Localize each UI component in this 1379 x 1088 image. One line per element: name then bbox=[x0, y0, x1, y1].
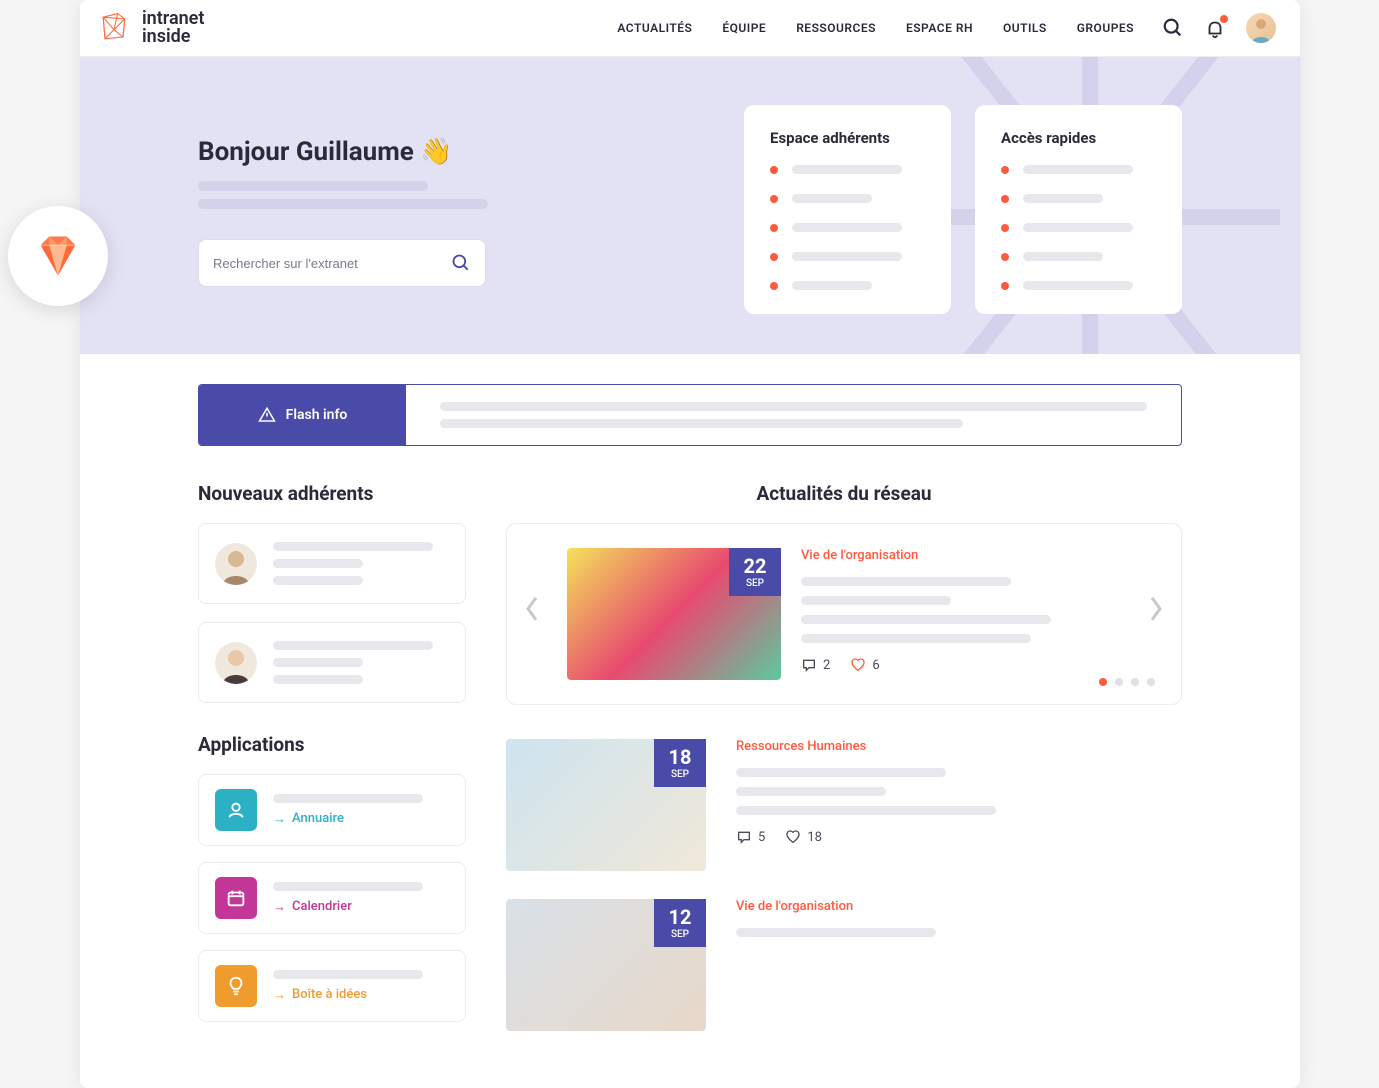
list-item[interactable] bbox=[1001, 223, 1156, 232]
member-avatar bbox=[215, 543, 257, 585]
directory-icon bbox=[215, 789, 257, 831]
greeting-subline bbox=[198, 181, 428, 191]
apps-title: Applications bbox=[198, 733, 466, 756]
card-acces-rapides: Accès rapides bbox=[975, 105, 1182, 314]
hero-section: Bonjour Guillaume 👋 Espace adhérents Acc… bbox=[80, 57, 1300, 354]
notifications-icon[interactable] bbox=[1204, 17, 1226, 39]
news-image: 12 SEP bbox=[506, 899, 706, 1031]
floating-gem-badge bbox=[8, 206, 108, 306]
bulb-icon bbox=[215, 965, 257, 1007]
news-image: 22 SEP bbox=[567, 548, 781, 680]
search-input[interactable] bbox=[213, 256, 451, 271]
search-icon bbox=[451, 253, 471, 273]
flash-info-label: Flash info bbox=[199, 385, 406, 445]
news-category[interactable]: Ressources Humaines bbox=[736, 739, 1182, 754]
carousel-dots bbox=[1099, 678, 1155, 686]
brand-name: intranet inside bbox=[142, 10, 204, 46]
comments-count[interactable]: 5 bbox=[736, 829, 765, 845]
list-item[interactable] bbox=[770, 281, 925, 290]
list-item[interactable] bbox=[770, 223, 925, 232]
list-item[interactable] bbox=[1001, 165, 1156, 174]
news-item-featured[interactable]: 22 SEP Vie de l'organisation 2 6 bbox=[567, 548, 1121, 680]
app-link[interactable]: →Boîte à idées bbox=[273, 987, 449, 1003]
dot[interactable] bbox=[1131, 678, 1139, 686]
nav-groupes[interactable]: GROUPES bbox=[1077, 21, 1134, 35]
nav-actualites[interactable]: ACTUALITÉS bbox=[617, 21, 692, 35]
card-title: Accès rapides bbox=[1001, 129, 1156, 147]
app-link[interactable]: →Annuaire bbox=[273, 811, 449, 827]
member-card[interactable] bbox=[198, 622, 466, 703]
flash-info-content[interactable] bbox=[406, 385, 1181, 445]
flash-info-banner: Flash info bbox=[198, 384, 1182, 446]
news-category[interactable]: Vie de l'organisation bbox=[736, 899, 1182, 914]
news-date-badge: 12 SEP bbox=[654, 899, 706, 947]
app-boite-idees[interactable]: →Boîte à idées bbox=[198, 950, 466, 1022]
dot[interactable] bbox=[1099, 678, 1107, 686]
notification-badge bbox=[1219, 14, 1229, 24]
app-calendrier[interactable]: →Calendrier bbox=[198, 862, 466, 934]
news-category[interactable]: Vie de l'organisation bbox=[801, 548, 1121, 563]
main-nav: ACTUALITÉS ÉQUIPE RESSOURCES ESPACE RH O… bbox=[617, 21, 1134, 35]
news-date-badge: 18 SEP bbox=[654, 739, 706, 787]
top-header: intranet inside ACTUALITÉS ÉQUIPE RESSOU… bbox=[80, 0, 1300, 57]
nav-outils[interactable]: OUTILS bbox=[1003, 21, 1047, 35]
news-item[interactable]: 12 SEP Vie de l'organisation bbox=[506, 899, 1182, 1031]
nav-espace-rh[interactable]: ESPACE RH bbox=[906, 21, 973, 35]
nav-ressources[interactable]: RESSOURCES bbox=[796, 21, 876, 35]
members-title: Nouveaux adhérents bbox=[198, 482, 466, 505]
member-card[interactable] bbox=[198, 523, 466, 604]
list-item[interactable] bbox=[1001, 194, 1156, 203]
app-annuaire[interactable]: →Annuaire bbox=[198, 774, 466, 846]
list-item[interactable] bbox=[770, 165, 925, 174]
brand-logo[interactable]: intranet inside bbox=[96, 10, 204, 46]
search-icon[interactable] bbox=[1162, 17, 1184, 39]
alert-icon bbox=[258, 406, 276, 424]
hero-search[interactable] bbox=[198, 239, 486, 287]
user-avatar[interactable] bbox=[1246, 13, 1276, 43]
list-item[interactable] bbox=[770, 252, 925, 261]
calendar-icon bbox=[215, 877, 257, 919]
news-title: Actualités du réseau bbox=[506, 482, 1182, 505]
greeting-title: Bonjour Guillaume 👋 bbox=[198, 137, 664, 167]
carousel-prev[interactable] bbox=[525, 595, 539, 627]
app-link[interactable]: →Calendrier bbox=[273, 899, 449, 915]
greeting-subline bbox=[198, 199, 488, 209]
list-item[interactable] bbox=[770, 194, 925, 203]
member-avatar bbox=[215, 642, 257, 684]
likes-count[interactable]: 6 bbox=[850, 657, 879, 673]
news-item[interactable]: 18 SEP Ressources Humaines 5 18 bbox=[506, 739, 1182, 871]
logo-mark-icon bbox=[96, 10, 132, 46]
news-carousel: 22 SEP Vie de l'organisation 2 6 bbox=[506, 523, 1182, 705]
dot[interactable] bbox=[1147, 678, 1155, 686]
news-image: 18 SEP bbox=[506, 739, 706, 871]
list-item[interactable] bbox=[1001, 252, 1156, 261]
carousel-next[interactable] bbox=[1149, 595, 1163, 627]
nav-equipe[interactable]: ÉQUIPE bbox=[722, 21, 766, 35]
list-item[interactable] bbox=[1001, 281, 1156, 290]
card-espace-adherents: Espace adhérents bbox=[744, 105, 951, 314]
likes-count[interactable]: 18 bbox=[785, 829, 822, 845]
card-title: Espace adhérents bbox=[770, 129, 925, 147]
dot[interactable] bbox=[1115, 678, 1123, 686]
news-date-badge: 22 SEP bbox=[729, 548, 781, 596]
comments-count[interactable]: 2 bbox=[801, 657, 830, 673]
